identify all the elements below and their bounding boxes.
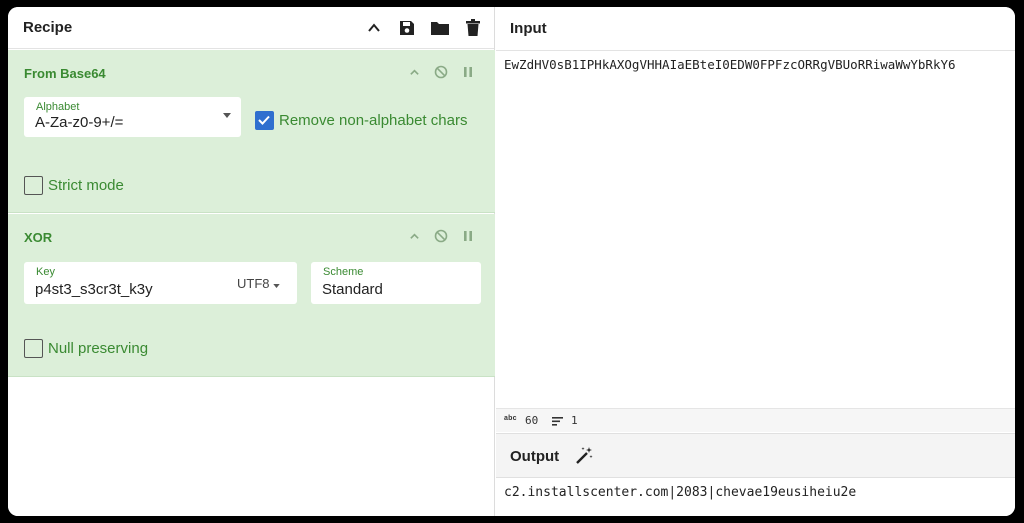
alphabet-value: A-Za-z0-9+/=	[35, 114, 124, 131]
output-textarea[interactable]: c2.installscenter.com|2083|chevae19eusih…	[496, 477, 1015, 516]
dropdown-caret-icon	[273, 284, 280, 288]
folder-icon[interactable]	[429, 17, 451, 39]
input-textarea[interactable]: EwZdHV0sB1IPHkAXOgVHHAIaEBteI0EDW0FPFzcO…	[496, 50, 1015, 408]
strict-mode-checkbox[interactable]	[24, 176, 43, 195]
null-preserving-checkbox[interactable]	[24, 339, 43, 358]
input-text: EwZdHV0sB1IPHkAXOgVHHAIaEBteI0EDW0FPFzcO…	[504, 57, 956, 72]
operation-title: XOR	[24, 230, 53, 245]
disable-icon[interactable]	[434, 229, 448, 243]
remove-non-alphabet-checkbox[interactable]	[255, 111, 274, 130]
key-encoding-select[interactable]: UTF8	[237, 276, 280, 291]
null-preserving-label: Null preserving	[48, 340, 149, 357]
scheme-label: Scheme	[323, 266, 364, 278]
output-title: Output	[510, 448, 560, 465]
output-text: c2.installscenter.com|2083|chevae19eusih…	[504, 485, 857, 500]
input-lines: 1	[571, 414, 578, 427]
cyberchef-window: Recipe From Base64 Alphabet A-Za-z0-9+/=…	[8, 7, 1015, 516]
pause-icon[interactable]	[461, 229, 475, 243]
resize-handle[interactable]	[888, 428, 918, 440]
remove-non-alphabet-label: Remove non-alphabet chars	[279, 112, 468, 129]
key-value: p4st3_s3cr3t_k3y	[35, 281, 153, 298]
input-title: Input	[510, 19, 547, 37]
checkmark-icon	[258, 115, 270, 125]
magic-wand-icon[interactable]	[574, 446, 594, 466]
input-length: 60	[525, 414, 539, 427]
key-label: Key	[36, 266, 55, 278]
pause-icon[interactable]	[461, 65, 475, 79]
length-icon: abc	[504, 415, 517, 422]
recipe-pane: Recipe From Base64 Alphabet A-Za-z0-9+/=…	[8, 7, 495, 516]
operation-title: From Base64	[24, 66, 106, 81]
scheme-value: Standard	[322, 281, 383, 298]
input-status-bar: abc 60 1	[496, 408, 1015, 432]
operation-from-base64: From Base64 Alphabet A-Za-z0-9+/= Remove…	[8, 50, 495, 213]
chevron-up-icon[interactable]	[363, 17, 385, 39]
key-encoding-value: UTF8	[237, 276, 270, 291]
chevron-up-icon[interactable]	[407, 65, 421, 79]
alphabet-select[interactable]: Alphabet A-Za-z0-9+/=	[24, 97, 241, 137]
lines-icon	[552, 417, 563, 426]
strict-mode-label: Strict mode	[48, 177, 124, 194]
xor-key-input[interactable]: Key p4st3_s3cr3t_k3y UTF8	[24, 262, 297, 304]
output-header: Output	[496, 433, 1015, 477]
chevron-up-icon[interactable]	[407, 229, 421, 243]
recipe-title: Recipe	[23, 19, 73, 36]
disable-icon[interactable]	[434, 65, 448, 79]
operation-xor: XOR Key p4st3_s3cr3t_k3y UTF8 Scheme Sta…	[8, 214, 495, 377]
dropdown-caret-icon	[223, 113, 231, 118]
trash-icon[interactable]	[462, 17, 484, 39]
xor-scheme-select[interactable]: Scheme Standard	[311, 262, 481, 304]
operation-controls	[407, 65, 475, 79]
input-header: Input	[496, 7, 1015, 49]
operation-controls	[407, 229, 475, 243]
recipe-toolbar	[363, 17, 484, 39]
save-icon[interactable]	[396, 17, 418, 39]
alphabet-label: Alphabet	[36, 101, 80, 113]
